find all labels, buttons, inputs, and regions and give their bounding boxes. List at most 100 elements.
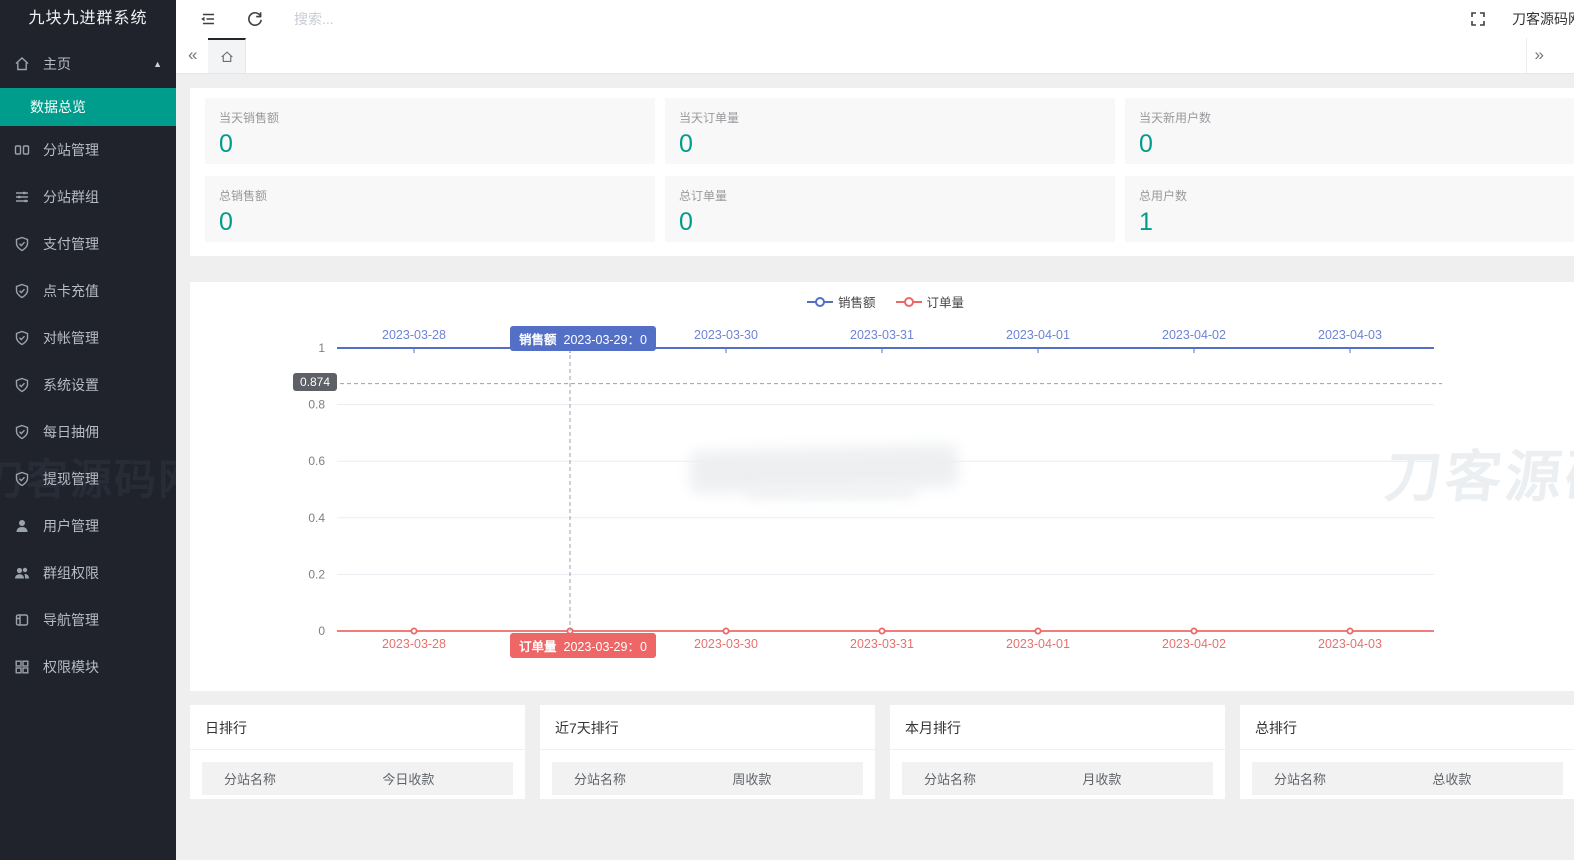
top-navbar: 刀客源码网 [176, 0, 1574, 38]
stat-label: 当天订单量 [679, 109, 1101, 126]
sidebar-item-substation-manage[interactable]: 分站管理 [0, 126, 176, 173]
home-icon [219, 49, 235, 65]
ranking-title: 近7天排行 [540, 705, 875, 749]
tooltip-series-name: 订单量 [519, 640, 557, 654]
tabs-scroll-left-button[interactable]: « [180, 38, 205, 73]
legend-line-marker-icon [896, 296, 922, 308]
svg-text:2023-03-28: 2023-03-28 [382, 328, 446, 342]
svg-text:0.4: 0.4 [308, 511, 325, 525]
sidebar-item-substation-groups[interactable]: 分站群组 [0, 173, 176, 220]
columns-icon [14, 142, 30, 158]
watermark-text: 刀客源码网 [1382, 432, 1574, 513]
sidebar-item-label: 群组权限 [43, 563, 99, 583]
sidebar-item-label: 权限模块 [43, 657, 99, 677]
column-header: 分站名称 [202, 769, 382, 788]
fullscreen-icon[interactable] [1470, 11, 1486, 27]
tooltip-series-value: 2023-03-29：0 [564, 333, 647, 347]
nav-icon [14, 612, 30, 628]
dashboard-page: { "app": { "title": "九块九进群系统", "brand_ri… [0, 0, 1574, 860]
ranking-card-total: 总排行 分站名称 总收款 [1240, 705, 1574, 799]
legend-sales[interactable]: 销售额 [807, 292, 876, 311]
sidebar-item-label: 提现管理 [43, 469, 99, 489]
collapse-menu-icon[interactable] [199, 10, 217, 28]
svg-text:2023-03-30: 2023-03-30 [694, 637, 758, 651]
svg-text:2023-03-31: 2023-03-31 [850, 328, 914, 342]
ranking-table-header: 分站名称 今日收款 [202, 762, 513, 795]
sliders-icon [14, 189, 30, 205]
sidebar-item-label: 对帐管理 [43, 328, 99, 348]
sidebar-item-payment-manage[interactable]: 支付管理 [0, 220, 176, 267]
legend-label: 订单量 [927, 292, 965, 311]
svg-text:2023-04-02: 2023-04-02 [1162, 637, 1226, 651]
sidebar-item-permission-module[interactable]: 权限模块 [0, 643, 176, 690]
users-icon [14, 565, 30, 581]
sidebar-item-group-permissions[interactable]: 群组权限 [0, 549, 176, 596]
sidebar-item-system-settings[interactable]: 系统设置 [0, 361, 176, 408]
column-header: 今日收款 [382, 769, 513, 788]
svg-text:2023-03-28: 2023-03-28 [382, 637, 446, 651]
tooltip-series-value: 2023-03-29：0 [564, 640, 647, 654]
svg-text:0: 0 [318, 624, 325, 638]
sidebar-item-label: 分站管理 [43, 140, 99, 160]
shield-check-icon [14, 424, 30, 440]
stat-card-total-orders: 总订单量 0 [665, 176, 1115, 242]
sidebar-item-data-overview[interactable]: 数据总览 [0, 88, 176, 126]
crosshair-y-badge: 0.874 [293, 373, 337, 391]
ranking-title: 本月排行 [890, 705, 1225, 749]
stat-card-today-orders: 当天订单量 0 [665, 98, 1115, 164]
stat-label: 总订单量 [679, 187, 1101, 204]
divider [540, 749, 875, 750]
shield-check-icon [14, 283, 30, 299]
tab-bar: « » [176, 38, 1574, 74]
sidebar-nav: 主页 ▲ 数据总览 分站管理 分站群组 支付管理 [0, 38, 176, 690]
svg-text:2023-03-30: 2023-03-30 [694, 328, 758, 342]
svg-text:2023-03-31: 2023-03-31 [850, 637, 914, 651]
stat-value: 1 [1139, 208, 1561, 237]
sidebar-item-label: 用户管理 [43, 516, 99, 536]
column-header: 月收款 [1082, 769, 1213, 788]
svg-text:1: 1 [318, 341, 325, 355]
svg-text:2023-04-01: 2023-04-01 [1006, 637, 1070, 651]
legend-orders[interactable]: 订单量 [896, 292, 965, 311]
tooltip-sales-badge: 销售额 2023-03-29：0 [510, 326, 656, 351]
sidebar-item-nav-manage[interactable]: 导航管理 [0, 596, 176, 643]
svg-text:2023-04-02: 2023-04-02 [1162, 328, 1226, 342]
brand-link[interactable]: 刀客源码网 [1512, 0, 1574, 38]
svg-text:0.2: 0.2 [308, 567, 325, 581]
search-input[interactable] [294, 6, 594, 32]
tab-home[interactable] [208, 38, 246, 73]
svg-text:2023-04-03: 2023-04-03 [1318, 328, 1382, 342]
shield-check-icon [14, 471, 30, 487]
ranking-title: 日排行 [190, 705, 525, 749]
column-header: 周收款 [732, 769, 863, 788]
ranking-card-daily: 日排行 分站名称 今日收款 [190, 705, 525, 799]
sidebar-item-label: 每日抽佣 [43, 422, 99, 442]
tabs-scroll-right-button[interactable]: » [1526, 38, 1552, 73]
shield-check-icon [14, 236, 30, 252]
sidebar-item-reconciliation[interactable]: 对帐管理 [0, 314, 176, 361]
divider [190, 749, 525, 750]
svg-text:0.8: 0.8 [308, 398, 325, 412]
sidebar-item-home[interactable]: 主页 ▲ [0, 44, 176, 84]
stat-value: 0 [679, 130, 1101, 159]
sidebar-item-label: 分站群组 [43, 187, 99, 207]
ranking-title: 总排行 [1240, 705, 1574, 749]
tooltip-series-name: 销售额 [519, 333, 557, 347]
sidebar-item-daily-commission[interactable]: 每日抽佣 [0, 408, 176, 455]
ranking-card-7days: 近7天排行 分站名称 周收款 [540, 705, 875, 799]
sidebar-item-withdrawal-manage[interactable]: 提现管理 [0, 455, 176, 502]
sidebar-item-user-manage[interactable]: 用户管理 [0, 502, 176, 549]
ranking-table-header: 分站名称 总收款 [1252, 762, 1563, 795]
sidebar-item-card-recharge[interactable]: 点卡充值 [0, 267, 176, 314]
column-header: 分站名称 [902, 769, 1082, 788]
tooltip-orders-badge: 订单量 2023-03-29：0 [510, 633, 656, 658]
svg-text:2023-04-01: 2023-04-01 [1006, 328, 1070, 342]
stat-label: 总销售额 [219, 187, 641, 204]
sidebar-item-label: 导航管理 [43, 610, 99, 630]
stat-card-total-sales: 总销售额 0 [205, 176, 655, 242]
app-title: 九块九进群系统 [0, 0, 176, 38]
stat-label: 当天销售额 [219, 109, 641, 126]
refresh-icon[interactable] [246, 10, 264, 28]
legend-line-marker-icon [807, 296, 833, 308]
stat-value: 0 [219, 130, 641, 159]
